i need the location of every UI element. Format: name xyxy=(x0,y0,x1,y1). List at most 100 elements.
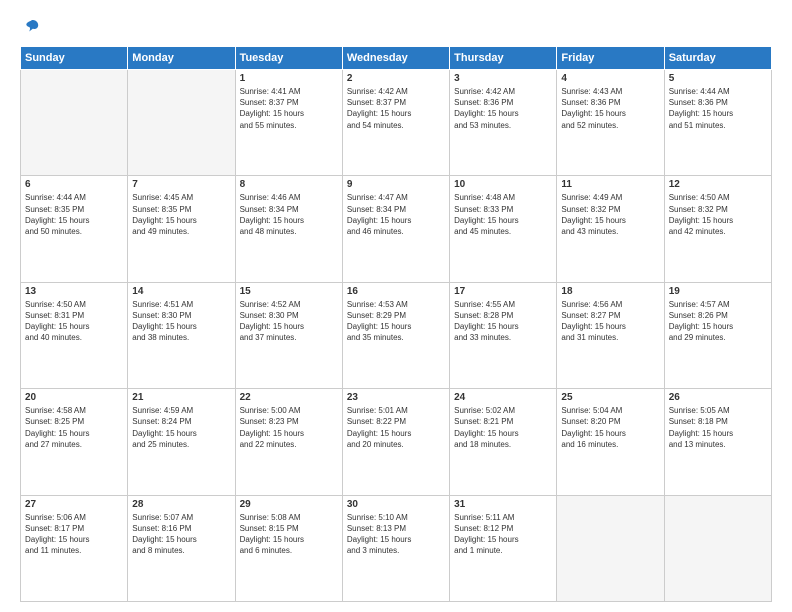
day-number: 6 xyxy=(25,179,123,190)
day-number: 10 xyxy=(454,179,552,190)
calendar-week-row: 27 Sunrise: 5:06 AM Sunset: 8:17 PM Dayli… xyxy=(21,495,772,601)
day-number: 17 xyxy=(454,286,552,297)
day-info: Sunrise: 4:51 AM Sunset: 8:30 PM Dayligh… xyxy=(132,299,230,344)
day-info: Sunrise: 4:44 AM Sunset: 8:36 PM Dayligh… xyxy=(669,86,767,131)
calendar-cell: 8 Sunrise: 4:46 AM Sunset: 8:34 PM Daylig… xyxy=(235,176,342,282)
day-info: Sunrise: 4:47 AM Sunset: 8:34 PM Dayligh… xyxy=(347,192,445,237)
calendar-cell: 9 Sunrise: 4:47 AM Sunset: 8:34 PM Daylig… xyxy=(342,176,449,282)
day-number: 11 xyxy=(561,179,659,190)
calendar-cell: 15 Sunrise: 4:52 AM Sunset: 8:30 PM Dayli… xyxy=(235,282,342,388)
day-info: Sunrise: 5:02 AM Sunset: 8:21 PM Dayligh… xyxy=(454,405,552,450)
day-number: 9 xyxy=(347,179,445,190)
calendar-cell: 12Sunrise: 4:50 AM Sunset: 8:32 PM Dayli… xyxy=(664,176,771,282)
calendar-cell: 29Sunrise: 5:08 AM Sunset: 8:15 PM Dayli… xyxy=(235,495,342,601)
day-info: Sunrise: 4:42 AM Sunset: 8:37 PM Dayligh… xyxy=(347,86,445,131)
day-info: Sunrise: 4:52 AM Sunset: 8:30 PM Dayligh… xyxy=(240,299,338,344)
day-number: 2 xyxy=(347,73,445,84)
day-number: 19 xyxy=(669,286,767,297)
calendar-cell: 31Sunrise: 5:11 AM Sunset: 8:12 PM Dayli… xyxy=(450,495,557,601)
logo xyxy=(20,18,40,36)
calendar-cell: 27 Sunrise: 5:06 AM Sunset: 8:17 PM Dayli… xyxy=(21,495,128,601)
day-number: 15 xyxy=(240,286,338,297)
day-info: Sunrise: 4:50 AM Sunset: 8:31 PM Dayligh… xyxy=(25,299,123,344)
calendar-cell: 7 Sunrise: 4:45 AM Sunset: 8:35 PM Daylig… xyxy=(128,176,235,282)
weekday-header: Tuesday xyxy=(235,47,342,70)
day-number: 23 xyxy=(347,392,445,403)
day-info: Sunrise: 5:07 AM Sunset: 8:16 PM Dayligh… xyxy=(132,512,230,557)
calendar-cell: 13 Sunrise: 4:50 AM Sunset: 8:31 PM Dayli… xyxy=(21,282,128,388)
weekday-header: Sunday xyxy=(21,47,128,70)
day-number: 5 xyxy=(669,73,767,84)
day-number: 22 xyxy=(240,392,338,403)
day-number: 13 xyxy=(25,286,123,297)
calendar-cell: 25 Sunrise: 5:04 AM Sunset: 8:20 PM Dayli… xyxy=(557,389,664,495)
weekday-header: Wednesday xyxy=(342,47,449,70)
day-number: 3 xyxy=(454,73,552,84)
calendar-cell: 2 Sunrise: 4:42 AM Sunset: 8:37 PM Daylig… xyxy=(342,70,449,176)
calendar-cell: 4 Sunrise: 4:43 AM Sunset: 8:36 PM Daylig… xyxy=(557,70,664,176)
calendar-week-row: 1Sunrise: 4:41 AM Sunset: 8:37 PM Daylig… xyxy=(21,70,772,176)
day-info: Sunrise: 5:10 AM Sunset: 8:13 PM Dayligh… xyxy=(347,512,445,557)
weekday-header: Monday xyxy=(128,47,235,70)
calendar-cell: 21 Sunrise: 4:59 AM Sunset: 8:24 PM Dayli… xyxy=(128,389,235,495)
day-number: 25 xyxy=(561,392,659,403)
day-number: 26 xyxy=(669,392,767,403)
calendar-cell: 3 Sunrise: 4:42 AM Sunset: 8:36 PM Daylig… xyxy=(450,70,557,176)
calendar-cell: 20Sunrise: 4:58 AM Sunset: 8:25 PM Dayli… xyxy=(21,389,128,495)
calendar-cell: 24 Sunrise: 5:02 AM Sunset: 8:21 PM Dayli… xyxy=(450,389,557,495)
calendar-cell: 19 Sunrise: 4:57 AM Sunset: 8:26 PM Dayli… xyxy=(664,282,771,388)
calendar-header-row: SundayMondayTuesdayWednesdayThursdayFrid… xyxy=(21,47,772,70)
calendar-cell: 11 Sunrise: 4:49 AM Sunset: 8:32 PM Dayli… xyxy=(557,176,664,282)
calendar-cell: 10 Sunrise: 4:48 AM Sunset: 8:33 PM Dayli… xyxy=(450,176,557,282)
day-info: Sunrise: 4:44 AM Sunset: 8:35 PM Dayligh… xyxy=(25,192,123,237)
calendar-cell: 18Sunrise: 4:56 AM Sunset: 8:27 PM Dayli… xyxy=(557,282,664,388)
day-info: Sunrise: 4:46 AM Sunset: 8:34 PM Dayligh… xyxy=(240,192,338,237)
day-number: 24 xyxy=(454,392,552,403)
calendar-week-row: 6 Sunrise: 4:44 AM Sunset: 8:35 PM Daylig… xyxy=(21,176,772,282)
day-info: Sunrise: 4:50 AM Sunset: 8:32 PM Dayligh… xyxy=(669,192,767,237)
day-info: Sunrise: 4:45 AM Sunset: 8:35 PM Dayligh… xyxy=(132,192,230,237)
calendar-cell: 5 Sunrise: 4:44 AM Sunset: 8:36 PM Daylig… xyxy=(664,70,771,176)
day-info: Sunrise: 4:48 AM Sunset: 8:33 PM Dayligh… xyxy=(454,192,552,237)
day-info: Sunrise: 5:11 AM Sunset: 8:12 PM Dayligh… xyxy=(454,512,552,557)
calendar-cell: 26 Sunrise: 5:05 AM Sunset: 8:18 PM Dayli… xyxy=(664,389,771,495)
day-info: Sunrise: 4:43 AM Sunset: 8:36 PM Dayligh… xyxy=(561,86,659,131)
day-number: 16 xyxy=(347,286,445,297)
calendar-cell: 14 Sunrise: 4:51 AM Sunset: 8:30 PM Dayli… xyxy=(128,282,235,388)
weekday-header: Saturday xyxy=(664,47,771,70)
day-info: Sunrise: 4:57 AM Sunset: 8:26 PM Dayligh… xyxy=(669,299,767,344)
day-info: Sunrise: 4:55 AM Sunset: 8:28 PM Dayligh… xyxy=(454,299,552,344)
day-number: 4 xyxy=(561,73,659,84)
day-info: Sunrise: 5:01 AM Sunset: 8:22 PM Dayligh… xyxy=(347,405,445,450)
page-header xyxy=(20,18,772,36)
day-number: 30 xyxy=(347,499,445,510)
calendar-cell: 30 Sunrise: 5:10 AM Sunset: 8:13 PM Dayli… xyxy=(342,495,449,601)
day-info: Sunrise: 4:56 AM Sunset: 8:27 PM Dayligh… xyxy=(561,299,659,344)
day-info: Sunrise: 5:05 AM Sunset: 8:18 PM Dayligh… xyxy=(669,405,767,450)
day-number: 29 xyxy=(240,499,338,510)
day-number: 7 xyxy=(132,179,230,190)
calendar-cell xyxy=(557,495,664,601)
day-info: Sunrise: 4:42 AM Sunset: 8:36 PM Dayligh… xyxy=(454,86,552,131)
day-info: Sunrise: 4:49 AM Sunset: 8:32 PM Dayligh… xyxy=(561,192,659,237)
day-number: 28 xyxy=(132,499,230,510)
day-number: 20 xyxy=(25,392,123,403)
day-info: Sunrise: 5:04 AM Sunset: 8:20 PM Dayligh… xyxy=(561,405,659,450)
calendar-table: SundayMondayTuesdayWednesdayThursdayFrid… xyxy=(20,46,772,602)
day-info: Sunrise: 4:53 AM Sunset: 8:29 PM Dayligh… xyxy=(347,299,445,344)
day-number: 21 xyxy=(132,392,230,403)
calendar-cell xyxy=(664,495,771,601)
calendar-cell: 28 Sunrise: 5:07 AM Sunset: 8:16 PM Dayli… xyxy=(128,495,235,601)
calendar-week-row: 13 Sunrise: 4:50 AM Sunset: 8:31 PM Dayli… xyxy=(21,282,772,388)
day-number: 14 xyxy=(132,286,230,297)
day-number: 27 xyxy=(25,499,123,510)
day-info: Sunrise: 5:06 AM Sunset: 8:17 PM Dayligh… xyxy=(25,512,123,557)
calendar-cell: 23 Sunrise: 5:01 AM Sunset: 8:22 PM Dayli… xyxy=(342,389,449,495)
calendar-cell: 16 Sunrise: 4:53 AM Sunset: 8:29 PM Dayli… xyxy=(342,282,449,388)
calendar-cell xyxy=(128,70,235,176)
calendar-cell xyxy=(21,70,128,176)
day-info: Sunrise: 5:00 AM Sunset: 8:23 PM Dayligh… xyxy=(240,405,338,450)
weekday-header: Thursday xyxy=(450,47,557,70)
day-number: 8 xyxy=(240,179,338,190)
day-info: Sunrise: 4:59 AM Sunset: 8:24 PM Dayligh… xyxy=(132,405,230,450)
